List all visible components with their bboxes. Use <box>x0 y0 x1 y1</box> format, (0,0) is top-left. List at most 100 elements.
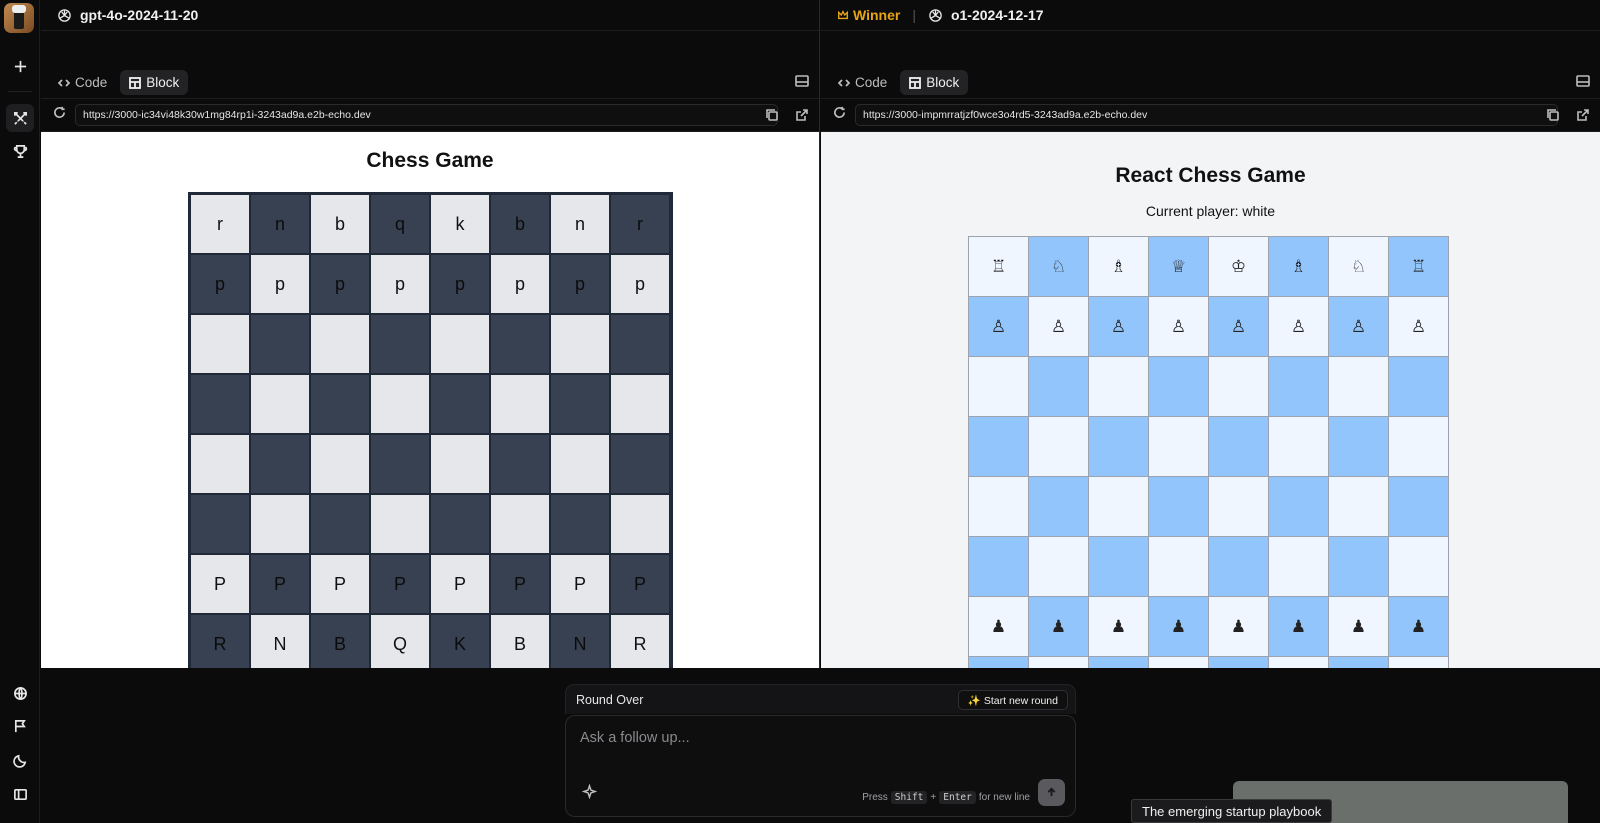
board-square[interactable] <box>1328 416 1389 477</box>
leaderboard-button[interactable] <box>6 137 34 165</box>
follow-up-input[interactable] <box>580 730 1040 746</box>
board-square[interactable]: K <box>430 614 490 668</box>
board-square[interactable] <box>1088 536 1149 597</box>
board-square[interactable]: ♖ <box>1388 236 1449 297</box>
board-square[interactable]: ♙ <box>1388 296 1449 357</box>
board-square[interactable]: P <box>430 554 490 614</box>
board-square[interactable]: q <box>370 194 430 254</box>
sidebar-toggle[interactable] <box>6 780 34 808</box>
board-square[interactable]: ♙ <box>1028 296 1089 357</box>
board-square[interactable]: ♘ <box>1328 236 1389 297</box>
board-square[interactable]: ♟ <box>1208 596 1269 657</box>
panel-layout-button[interactable] <box>795 74 809 88</box>
board-square[interactable]: ♙ <box>1148 296 1209 357</box>
board-square[interactable] <box>1028 416 1089 477</box>
board-square[interactable] <box>1148 416 1209 477</box>
new-chat-button[interactable] <box>6 52 34 80</box>
enhance-prompt-button[interactable] <box>581 783 598 800</box>
board-square[interactable] <box>1328 536 1389 597</box>
board-square[interactable] <box>1268 476 1329 537</box>
board-square[interactable] <box>190 374 250 434</box>
board-square[interactable] <box>310 374 370 434</box>
board-square[interactable] <box>550 374 610 434</box>
board-square[interactable]: ♙ <box>968 296 1029 357</box>
board-square[interactable] <box>1328 656 1389 668</box>
board-square[interactable] <box>610 374 670 434</box>
app-logo[interactable] <box>4 3 34 33</box>
board-square[interactable] <box>250 374 310 434</box>
panel-layout-button[interactable] <box>1576 74 1590 88</box>
copy-url-button[interactable] <box>1546 108 1560 122</box>
board-square[interactable]: Q <box>370 614 430 668</box>
board-square[interactable]: p <box>610 254 670 314</box>
board-square[interactable]: p <box>370 254 430 314</box>
board-square[interactable] <box>1148 356 1209 417</box>
board-square[interactable]: p <box>490 254 550 314</box>
board-square[interactable]: P <box>190 554 250 614</box>
board-square[interactable] <box>190 314 250 374</box>
feedback-button[interactable] <box>6 712 34 740</box>
board-square[interactable]: ♟ <box>1328 596 1389 657</box>
board-square[interactable]: n <box>250 194 310 254</box>
board-square[interactable] <box>430 494 490 554</box>
board-square[interactable]: b <box>490 194 550 254</box>
board-square[interactable]: ♟ <box>1148 596 1209 657</box>
board-square[interactable]: N <box>250 614 310 668</box>
board-square[interactable] <box>1148 656 1209 668</box>
reload-button[interactable] <box>53 106 66 124</box>
board-square[interactable]: R <box>190 614 250 668</box>
board-square[interactable]: b <box>310 194 370 254</box>
open-external-button[interactable] <box>795 108 809 122</box>
url-field[interactable]: https://3000-impmrratjzf0wce3o4rd5-3243a… <box>855 104 1558 126</box>
board-square[interactable] <box>968 356 1029 417</box>
board-square[interactable] <box>310 314 370 374</box>
board-square[interactable] <box>1088 476 1149 537</box>
board-square[interactable] <box>1088 356 1149 417</box>
board-square[interactable]: ♗ <box>1268 236 1329 297</box>
board-square[interactable] <box>430 314 490 374</box>
board-square[interactable] <box>1328 476 1389 537</box>
board-square[interactable]: ♟ <box>968 596 1029 657</box>
board-square[interactable]: ♙ <box>1088 296 1149 357</box>
board-square[interactable]: ♙ <box>1268 296 1329 357</box>
board-square[interactable] <box>1208 356 1269 417</box>
board-square[interactable] <box>1208 536 1269 597</box>
board-square[interactable]: N <box>550 614 610 668</box>
theme-toggle[interactable] <box>6 746 34 774</box>
board-square[interactable]: ♟ <box>1028 596 1089 657</box>
url-field[interactable]: https://3000-ic34vi48k30w1mg84rp1i-3243a… <box>75 104 778 126</box>
board-square[interactable] <box>1088 656 1149 668</box>
board-square[interactable]: ♕ <box>1148 236 1209 297</box>
start-new-round-button[interactable]: ✨ Start new round <box>957 690 1068 710</box>
board-square[interactable]: ♙ <box>1328 296 1389 357</box>
board-square[interactable]: ♔ <box>1208 236 1269 297</box>
board-square[interactable]: P <box>610 554 670 614</box>
board-square[interactable] <box>610 314 670 374</box>
board-square[interactable]: r <box>190 194 250 254</box>
globe-button[interactable] <box>6 679 34 707</box>
board-square[interactable]: P <box>310 554 370 614</box>
board-square[interactable]: P <box>490 554 550 614</box>
board-square[interactable] <box>250 434 310 494</box>
board-square[interactable] <box>370 494 430 554</box>
board-square[interactable] <box>310 494 370 554</box>
board-square[interactable] <box>1268 416 1329 477</box>
board-square[interactable]: p <box>310 254 370 314</box>
board-square[interactable]: ♟ <box>1088 596 1149 657</box>
board-square[interactable] <box>1208 476 1269 537</box>
board-square[interactable] <box>370 434 430 494</box>
board-square[interactable] <box>310 434 370 494</box>
arena-button[interactable] <box>6 104 34 132</box>
tab-block[interactable]: Block <box>900 70 969 95</box>
board-square[interactable]: k <box>430 194 490 254</box>
board-square[interactable] <box>610 434 670 494</box>
board-square[interactable] <box>1028 356 1089 417</box>
board-square[interactable] <box>430 374 490 434</box>
board-square[interactable] <box>1388 656 1449 668</box>
board-square[interactable]: ♘ <box>1028 236 1089 297</box>
board-square[interactable] <box>1388 476 1449 537</box>
board-square[interactable] <box>250 314 310 374</box>
board-square[interactable]: ♗ <box>1088 236 1149 297</box>
board-square[interactable] <box>490 314 550 374</box>
board-square[interactable] <box>1028 656 1089 668</box>
